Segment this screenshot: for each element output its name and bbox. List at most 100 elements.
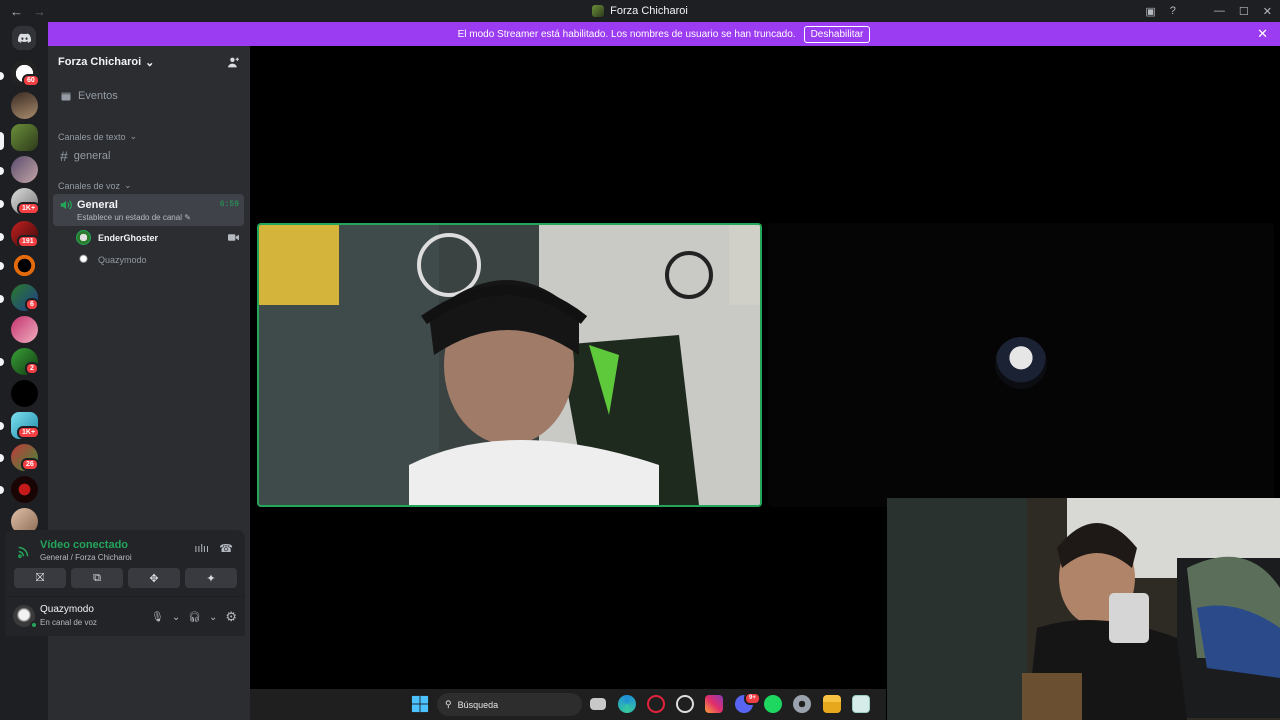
unread-pill: [0, 295, 4, 303]
streamer-mode-banner: El modo Streamer está habilitado. Los no…: [48, 22, 1280, 46]
video-tile-quazymodo[interactable]: [768, 223, 1274, 507]
share-screen-button[interactable]: ⧉: [71, 568, 123, 588]
file-explorer-icon[interactable]: [823, 695, 841, 713]
signal-icon[interactable]: [17, 544, 31, 558]
task-view-icon[interactable]: [590, 698, 606, 710]
guild-name: Forza Chicharoi: [58, 56, 142, 68]
headphones-icon[interactable]: 🎧︎: [188, 612, 201, 623]
unread-pill: [0, 358, 4, 366]
mention-badge: 2: [25, 362, 39, 375]
discord-home-button[interactable]: [12, 26, 36, 50]
noise-suppression-icon[interactable]: ıılıı: [194, 543, 209, 555]
window-title: Forza Chicharoi: [0, 5, 1280, 17]
help-icon[interactable]: ?: [1170, 5, 1176, 17]
voice-user-name: EnderGhoster: [98, 232, 159, 243]
soundboard-button[interactable]: ✦: [185, 568, 237, 588]
server-icon-4[interactable]: [11, 156, 38, 183]
disconnect-icon[interactable]: ☎: [219, 542, 233, 555]
mention-badge: 6: [25, 298, 39, 311]
microphone-icon[interactable]: 🎙︎: [151, 612, 164, 623]
spotify-icon[interactable]: [764, 695, 782, 713]
mention-badge: 26: [21, 458, 39, 471]
soundboard-icon: ✦: [206, 572, 216, 585]
camera-off-icon: ⛝: [35, 571, 45, 584]
call-timer: 6:59: [219, 200, 239, 209]
avatar: [995, 337, 1047, 389]
chevron-down-icon: ⌄: [129, 131, 138, 141]
mention-badge: 60: [22, 74, 40, 87]
history-nav: ← →: [0, 4, 46, 19]
opera-gx-icon[interactable]: [647, 695, 665, 713]
window-controls: ▣ ? — ☐ ✕: [1145, 0, 1272, 22]
unread-pill: [0, 233, 4, 241]
video-feed: [259, 225, 760, 505]
events-item[interactable]: Eventos: [53, 90, 243, 102]
unread-pill: [0, 454, 4, 462]
channel-name: general: [73, 150, 111, 162]
speaker-icon: [60, 200, 72, 210]
activities-icon: ✥: [149, 572, 159, 585]
server-icon-9[interactable]: [11, 316, 38, 343]
pencil-icon: ✎: [184, 213, 191, 222]
edge-browser-icon[interactable]: [618, 695, 636, 713]
server-icon-11[interactable]: [11, 380, 38, 407]
toggle-camera-button[interactable]: ⛝: [14, 568, 66, 588]
voice-user-name: Quazymodo: [98, 254, 147, 265]
settings-gear-icon[interactable]: [793, 695, 811, 713]
github-desktop-icon[interactable]: [676, 695, 694, 713]
search-label: Búsqueda: [457, 699, 499, 710]
activities-button[interactable]: ✥: [128, 568, 180, 588]
unread-pill: [0, 167, 4, 175]
avatar: [76, 230, 91, 245]
voice-channel-general[interactable]: General Establece un estado de canal ✎ 6…: [53, 194, 244, 226]
screen-share-icon: ⧉: [93, 571, 101, 584]
server-icon-14[interactable]: [11, 476, 38, 503]
chevron-down-icon[interactable]: ⌄: [209, 612, 217, 623]
close-button[interactable]: ✕: [1263, 5, 1272, 18]
voice-channel-name: General: [77, 199, 118, 211]
mention-badge: 191: [17, 235, 39, 248]
notification-badge: 9+: [744, 692, 761, 705]
unread-pill: [0, 422, 4, 430]
online-status-indicator: [30, 621, 38, 629]
unread-pill: [0, 262, 4, 270]
guild-header[interactable]: Forza Chicharoi ⌄: [48, 46, 250, 78]
notepad-icon[interactable]: [852, 695, 870, 713]
user-status: En canal de voz: [40, 618, 97, 627]
server-icon: [592, 5, 605, 17]
camera-icon: [228, 234, 239, 241]
connection-location[interactable]: General / Forza Chicharoi: [40, 553, 132, 562]
connection-status[interactable]: Vídeo conectado: [40, 539, 128, 551]
inbox-icon[interactable]: ▣: [1145, 5, 1155, 18]
banner-message: El modo Streamer está habilitado. Los no…: [457, 28, 796, 40]
voice-category-header[interactable]: Canales de voz ⌄: [58, 180, 132, 191]
chevron-down-icon: ⌄: [124, 180, 132, 190]
maximize-button[interactable]: ☐: [1239, 5, 1249, 18]
taskbar-search[interactable]: ⚲ Búsqueda: [437, 693, 582, 716]
webcam-feed: [887, 498, 1280, 720]
forward-arrow-icon[interactable]: →: [33, 4, 46, 19]
disable-streamer-mode-button[interactable]: Deshabilitar: [803, 25, 871, 43]
close-icon[interactable]: ✕: [1257, 26, 1268, 42]
gear-icon[interactable]: ⚙: [225, 609, 237, 625]
server-icon-7[interactable]: [11, 252, 38, 279]
channel-item-general-text[interactable]: # general: [53, 148, 243, 164]
server-icon-2[interactable]: [11, 92, 38, 119]
voice-user-row[interactable]: EnderGhoster: [76, 230, 158, 245]
back-arrow-icon[interactable]: ←: [10, 4, 23, 19]
user-name[interactable]: Quazymodo: [40, 604, 94, 615]
channel-status-prompt[interactable]: Establece un estado de canal ✎: [77, 213, 191, 222]
video-tile-enderghoster[interactable]: [257, 223, 762, 507]
taskbar: ⚲ Búsqueda 9+: [250, 689, 886, 720]
server-icon-forza-chicharoi[interactable]: [11, 124, 38, 151]
instagram-icon[interactable]: [705, 695, 723, 713]
text-category-header[interactable]: Canales de texto ⌄: [58, 131, 137, 142]
minimize-button[interactable]: —: [1214, 5, 1225, 17]
chevron-down-icon[interactable]: ⌄: [172, 612, 180, 623]
voice-user-row[interactable]: Quazymodo: [76, 252, 147, 267]
invite-people-icon[interactable]: [227, 56, 240, 69]
title-bar: ← → Forza Chicharoi ▣ ? — ☐ ✕: [0, 0, 1280, 22]
windows-start-icon[interactable]: [411, 695, 429, 713]
mention-badge: 1K+: [17, 202, 41, 215]
window-title-text: Forza Chicharoi: [610, 5, 688, 17]
